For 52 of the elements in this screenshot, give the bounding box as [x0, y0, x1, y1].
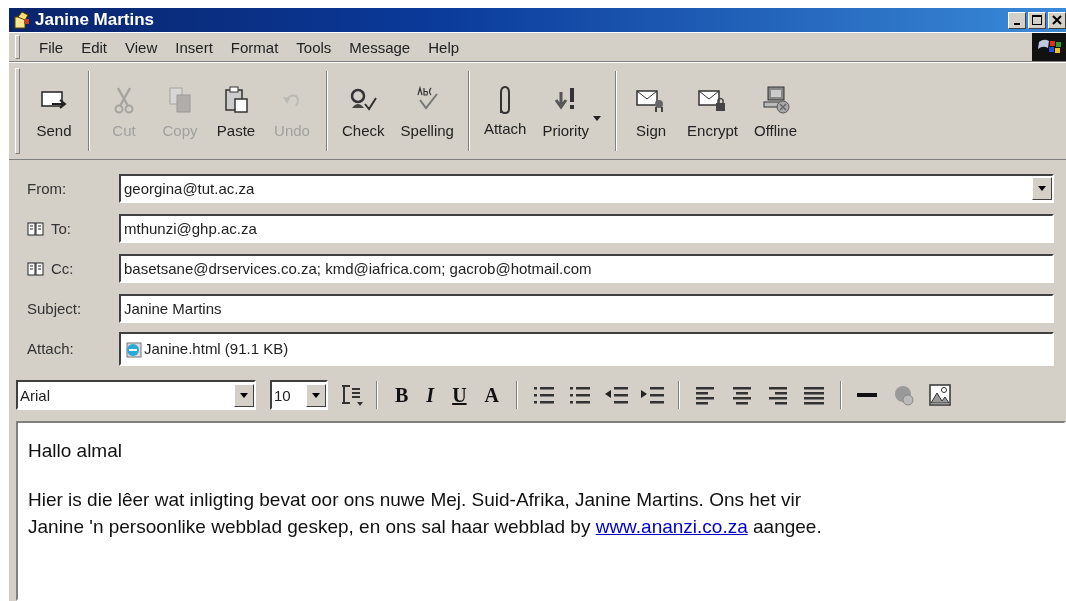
input-field[interactable]: Janine Martins [119, 294, 1054, 323]
menu-item[interactable]: Edit [72, 38, 117, 56]
address-book-icon [27, 260, 45, 277]
toolbar-button[interactable]: Check [334, 63, 393, 159]
format-button[interactable]: I [421, 380, 440, 410]
menu-item[interactable]: Format [221, 38, 288, 56]
link[interactable]: www.ananzi.co.za [595, 516, 748, 537]
caret-icon[interactable] [593, 115, 602, 121]
toolbar-button[interactable]: Attach [475, 63, 535, 159]
menu-item[interactable]: Message [340, 38, 420, 56]
menu-item[interactable]: View [116, 38, 167, 56]
maximize-icon [1032, 15, 1042, 25]
menu-item[interactable]: Tools [287, 38, 341, 56]
from-dropdown[interactable]: georgina@tut.ac.za [119, 174, 1054, 203]
format-button[interactable]: U [447, 380, 472, 410]
format-button[interactable]: B [390, 380, 414, 410]
font-dropdown[interactable]: Arial [16, 380, 256, 410]
toolbar-button[interactable]: Sign [623, 63, 680, 159]
field-label: From: [27, 180, 67, 197]
field-label: To: [51, 220, 71, 237]
toolbar-button[interactable]: Send [26, 63, 82, 159]
format-button[interactable]: A [479, 380, 505, 410]
attachment-field[interactable]: Janine.html (91.1 KB) [119, 331, 1054, 366]
input-field[interactable]: mthunzi@ghp.ac.za [119, 214, 1054, 243]
menu-item[interactable]: Insert [166, 38, 222, 56]
menu-item[interactable]: File [30, 38, 73, 56]
app-icon [13, 11, 31, 29]
toolbar-button[interactable]: Paste [208, 63, 264, 159]
dropdown-arrow-icon [1038, 186, 1046, 191]
dropdown-arrow-icon [240, 392, 248, 398]
toolbar-button[interactable]: Offline [745, 63, 806, 159]
toolbar-button[interactable]: Priority [534, 63, 598, 159]
message-body[interactable]: Hallo almal Hier is die lêer wat inligting bevat oor ons nuwe Mej. Suid-Afrika, Janine Martins. Ons het vir Janine 'n persoonlike webblad geskep, en ons sal haar webblad by www.ananzi.co.za aangee. [16, 421, 1066, 601]
body-paragraph: Hier is die lêer wat inligting bevat oor ons nuwe Mej. Suid-Afrika, Janine Martins. Ons het vir Janine 'n persoonlike webblad geskep, en ons sal haar webblad by www.ananzi.co.za aangee. [28, 488, 823, 539]
toolbar-button[interactable]: Spelling [392, 63, 462, 159]
field-label: Subject: [27, 300, 82, 317]
field-label: Cc: [51, 260, 74, 277]
menu-item[interactable]: Help [419, 38, 469, 56]
window-title: Janine Martins [35, 10, 156, 30]
toolbar-button[interactable]: Encrypt [679, 63, 746, 159]
address-book-icon [27, 220, 45, 237]
minimize-button[interactable] [1008, 11, 1026, 29]
field-label: Attach: [27, 340, 74, 357]
close-button[interactable] [1048, 11, 1066, 29]
size-dropdown[interactable]: 10 [270, 380, 328, 410]
body-paragraph: Hallo almal [28, 439, 123, 463]
paperclip-icon [499, 85, 512, 114]
maximize-button[interactable] [1028, 11, 1046, 29]
input-field[interactable]: basetsane@drservices.co.za; kmd@iafrica.com; gacrob@hotmail.com [119, 254, 1054, 283]
close-icon [1052, 15, 1062, 25]
dropdown-arrow-icon [312, 392, 320, 398]
minimize-icon [1014, 23, 1020, 25]
